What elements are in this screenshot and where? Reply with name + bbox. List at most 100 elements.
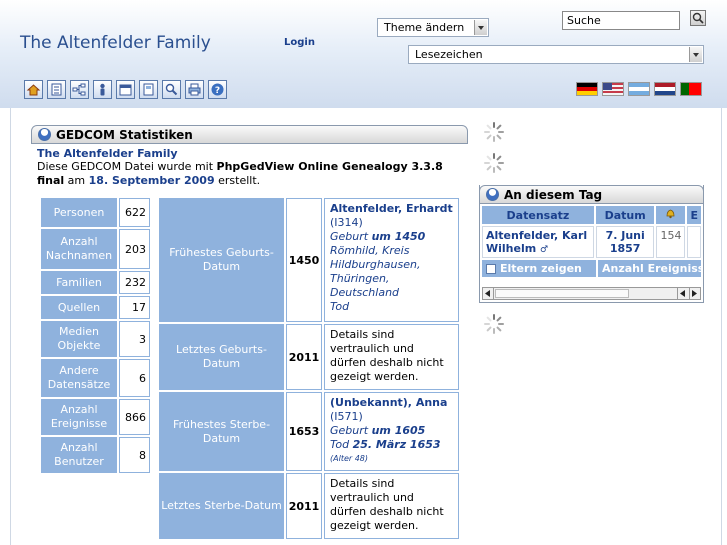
count-label: Personen [41,198,117,227]
count-value: 8 [119,437,150,473]
count-row: Familien 232 [41,271,152,294]
report-icon[interactable] [139,80,158,99]
desc-post: erstellt. [214,174,261,187]
theme-select[interactable]: Theme ändern [377,18,489,37]
on-this-day-table: Datensatz Datum E Altenfelder, Karl Wilh… [480,204,703,260]
counts-table: Personen 622 Anzahl Nachnamen 203 Famili… [41,198,152,475]
date-cell[interactable]: 7. Juni 1857 [595,226,655,258]
male-icon: ♂ [540,245,549,255]
col-record[interactable]: Datensatz [482,206,594,224]
count-row: Quellen 17 [41,296,152,319]
count-value: 622 [119,198,150,227]
date-year: 2011 [286,324,322,390]
person-name[interactable]: Altenfelder, Erhardt [330,202,453,215]
print-icon[interactable] [185,80,204,99]
help-icon[interactable]: ? [208,80,227,99]
count-row: Anzahl Nachnamen 203 [41,229,152,269]
date-row: Letztes Sterbe-Datum 2011 Details sind v… [159,473,459,539]
scroll-right-icon[interactable] [689,288,700,299]
person-name[interactable]: (Unbekannt), Anna [330,396,447,409]
private-note: Details sind vertraulich und dürfen desh… [324,324,459,390]
date-label: Frühestes Geburts-Datum [159,198,284,322]
col-e[interactable]: E [687,206,701,224]
bookmarks-select[interactable]: Lesezeichen [408,45,704,64]
search-button[interactable] [690,10,706,26]
col-bell[interactable] [656,206,686,224]
site-title[interactable]: The Altenfelder Family [20,33,211,53]
count-label: Medien Objekte [41,321,117,357]
person-link[interactable]: (Unbekannt), Anna (I571) [330,396,453,424]
language-flags [576,82,702,96]
birth-date: um 1450 [371,230,426,243]
person-icon[interactable] [93,80,112,99]
count-label[interactable]: Anzahl Nachnamen [41,229,117,269]
scroll-thumb[interactable] [495,289,629,298]
count-value: 6 [119,359,150,397]
date-year: 1653 [286,392,322,471]
count-label: Anzahl Benutzer [41,437,117,473]
count-value: 17 [119,296,150,319]
person-link[interactable]: Altenfelder, Erhardt (I314) [330,202,453,230]
show-parents-label: Eltern zeigen [500,262,582,275]
search-icon[interactable] [162,80,181,99]
date-label: Letztes Sterbe-Datum [159,473,284,539]
main-content: GEDCOM Statistiken The Altenfelder Famil… [10,108,722,545]
flag-de-icon[interactable] [576,82,598,96]
search-input[interactable] [562,11,680,30]
date-year: 1450 [286,198,322,322]
number-cell: 154 [656,226,686,258]
death-line: Tod 25. März 1653 [330,438,453,452]
death-date: 25. März 1653 [352,438,441,451]
record-name[interactable]: Altenfelder, Karl Wilhelm [486,229,587,255]
count-label: Familien [41,271,117,294]
date-detail: (Unbekannt), Anna (I571) Geburt um 1605 … [324,392,459,471]
date-year: 2011 [286,473,322,539]
on-this-day-block: An diesem Tag Datensatz Datum E Altenfel… [479,185,704,303]
count-value: 232 [119,271,150,294]
count-value: 203 [119,229,150,269]
family-title-link[interactable]: The Altenfelder Family [37,147,462,160]
login-link[interactable]: Login [284,37,315,48]
count-value: 866 [119,399,150,435]
scroll-left-icon[interactable] [483,288,494,299]
flag-nl-icon[interactable] [654,82,676,96]
loading-spinner-icon [484,153,504,173]
event-count-label: Anzahl Ereignisse [598,260,701,277]
magnifier-icon [692,12,704,24]
birth-label: Geburt [330,230,369,243]
header: The Altenfelder Family Login Theme änder… [0,0,727,108]
count-row: Anzahl Benutzer 8 [41,437,152,473]
date-label: Frühestes Sterbe-Datum [159,392,284,471]
flag-pt-icon[interactable] [680,82,702,96]
list-icon[interactable] [47,80,66,99]
block-globe-icon [486,188,499,201]
show-parents-checkbox[interactable] [486,263,496,274]
on-this-day-title: An diesem Tag [504,187,603,202]
scroll-left2-icon[interactable] [677,288,688,299]
age-note: (Alter 48) [330,454,369,463]
desc-date-link[interactable]: 18. September 2009 [89,174,215,187]
home-icon[interactable] [24,80,43,99]
on-this-day-footer: Eltern zeigen Anzahl Ereignisse [482,260,701,277]
table-row: Altenfelder, Karl Wilhelm ♂ 7. Juni 1857… [482,226,701,258]
pedigree-icon[interactable] [70,80,89,99]
flag-es-icon[interactable] [628,82,650,96]
e-cell [687,226,701,258]
col-date[interactable]: Datum [595,206,655,224]
birth-date: um 1605 [371,424,426,437]
loading-spinner-icon [484,122,504,142]
horizontal-scrollbar[interactable] [482,287,701,300]
flag-en-icon[interactable] [602,82,624,96]
record-cell[interactable]: Altenfelder, Karl Wilhelm ♂ [482,226,594,258]
count-row: Anzahl Ereignisse 866 [41,399,152,435]
on-this-day-header: An diesem Tag [479,185,704,204]
show-parents-toggle[interactable]: Eltern zeigen [482,260,596,277]
date-row: Frühestes Geburts-Datum 1450 Altenfelder… [159,198,459,322]
count-row: Andere Datensätze 6 [41,359,152,397]
calendar-icon[interactable] [116,80,135,99]
block-globe-icon [38,128,51,141]
count-row: Personen 622 [41,198,152,227]
date-detail: Altenfelder, Erhardt (I314) Geburt um 14… [324,198,459,322]
chevron-down-icon [474,20,487,35]
count-label: Quellen [41,296,117,319]
